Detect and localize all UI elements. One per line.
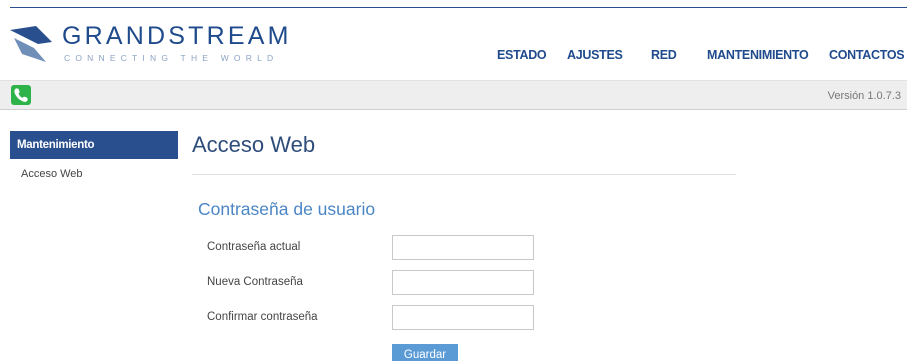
title-divider xyxy=(192,174,736,175)
current-password-label: Contraseña actual xyxy=(207,241,301,253)
brand-name: GRANDSTREAM xyxy=(62,22,292,50)
confirm-password-field[interactable] xyxy=(392,305,534,330)
page-title: Acceso Web xyxy=(192,132,316,157)
nav-item-ajustes[interactable]: AJUSTES xyxy=(567,48,623,66)
save-button[interactable]: Guardar xyxy=(392,344,458,361)
phone-icon[interactable] xyxy=(11,85,31,105)
status-bar: Versión 1.0.7.3 xyxy=(0,80,907,110)
nav-item-red[interactable]: RED xyxy=(651,48,677,66)
sidebar-heading-mantenimiento[interactable]: Mantenimiento xyxy=(10,131,178,159)
header-top-rule xyxy=(10,7,907,8)
section-title: Contraseña de usuario xyxy=(198,199,376,219)
current-password-field[interactable] xyxy=(392,235,534,260)
grandstream-logo: GRANDSTREAM CONNECTING THE WORLD xyxy=(8,22,298,70)
new-password-field[interactable] xyxy=(392,270,534,295)
confirm-password-label: Confirmar contraseña xyxy=(207,311,318,323)
sidebar-item-acceso-web[interactable]: Acceso Web xyxy=(21,168,83,180)
brand-tagline: CONNECTING THE WORLD xyxy=(64,53,279,63)
version-label: Versión 1.0.7.3 xyxy=(827,90,901,102)
nav-item-contactos[interactable]: CONTACTOS xyxy=(829,48,905,66)
new-password-label: Nueva Contraseña xyxy=(207,276,303,288)
nav-item-mantenimiento[interactable]: MANTENIMIENTO xyxy=(707,48,809,66)
grandstream-logo-icon xyxy=(10,26,52,62)
nav-item-estado[interactable]: ESTADO xyxy=(497,48,547,66)
